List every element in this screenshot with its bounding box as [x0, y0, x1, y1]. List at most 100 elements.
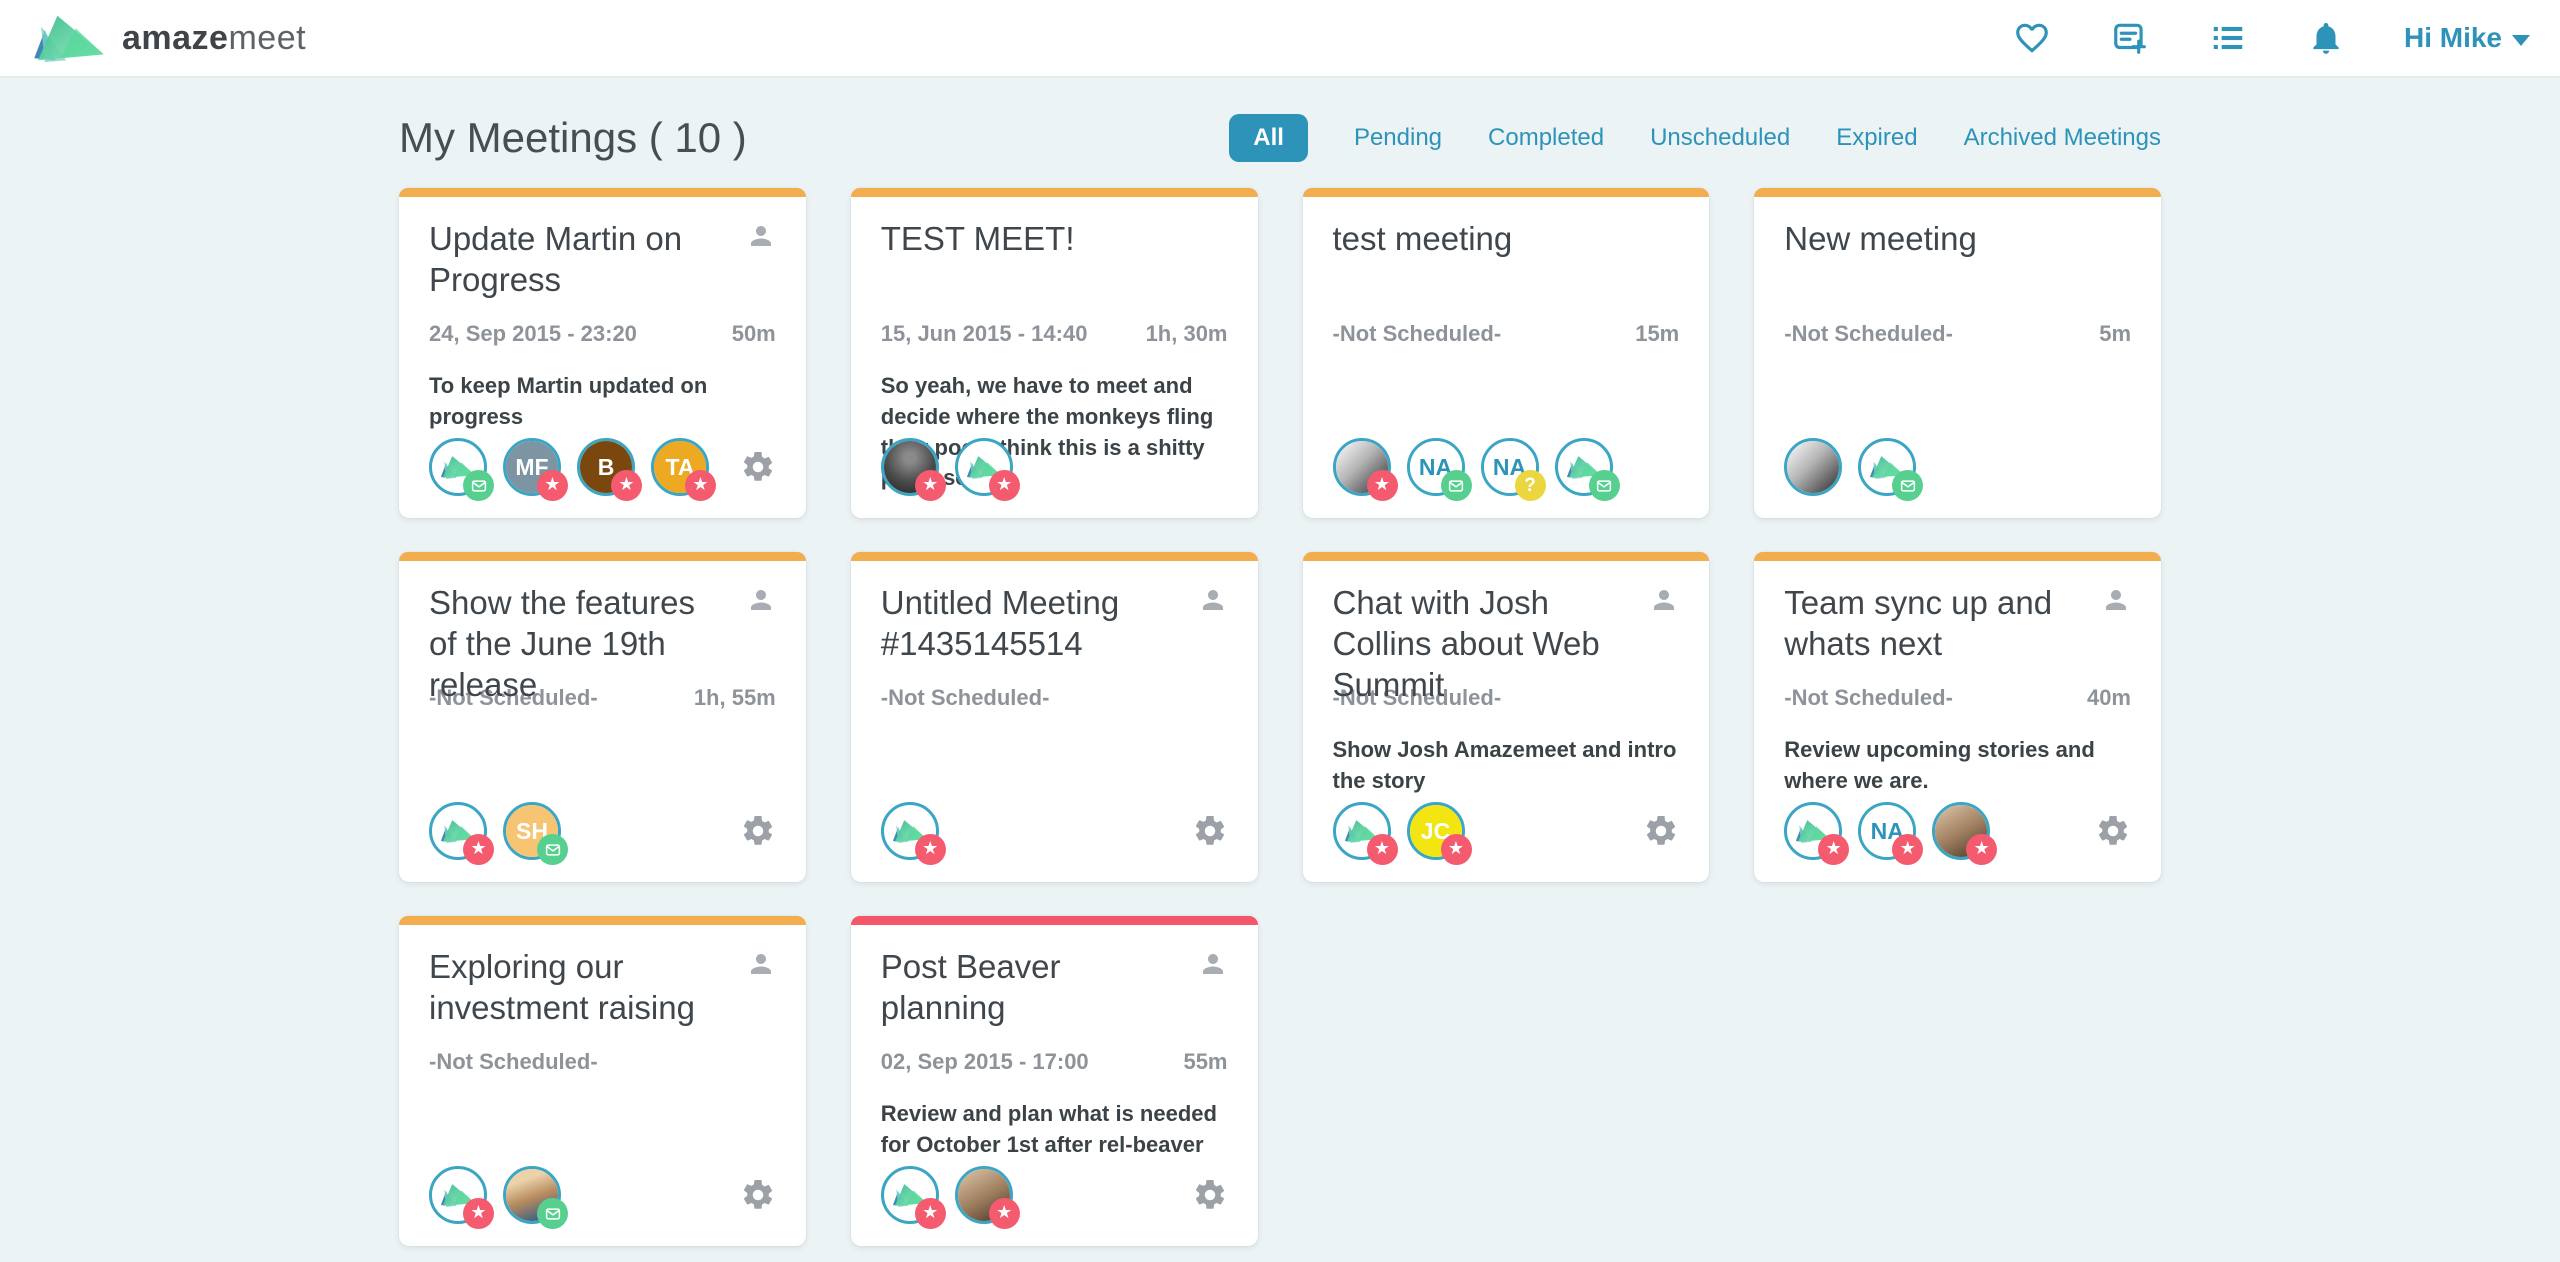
avatar-photo: [1787, 441, 1839, 493]
meetings-list-icon[interactable]: [2208, 18, 2248, 58]
chevron-down-icon: [2512, 35, 2530, 46]
card-accent-bar: [851, 916, 1258, 925]
participant-avatar[interactable]: NA?: [1481, 438, 1539, 496]
meeting-description: To keep Martin updated on progress: [429, 371, 776, 433]
participant-avatar[interactable]: ★: [1932, 802, 1990, 860]
participant-avatar[interactable]: ★: [881, 802, 939, 860]
meeting-card[interactable]: test meeting -Not Scheduled- 15m ★NA NA?: [1303, 188, 1710, 518]
star-badge: ★: [537, 470, 568, 501]
meeting-card[interactable]: Exploring our investment raising -Not Sc…: [399, 916, 806, 1246]
meeting-duration: 15m: [1635, 321, 1679, 347]
settings-gear-icon[interactable]: [1192, 1177, 1228, 1213]
filter-tab-archived-meetings[interactable]: Archived Meetings: [1964, 124, 2161, 152]
participant-avatar[interactable]: ★: [1784, 802, 1842, 860]
meeting-date: -Not Scheduled-: [1784, 685, 1953, 711]
filter-tab-all[interactable]: All: [1229, 114, 1308, 162]
settings-gear-icon[interactable]: [740, 813, 776, 849]
filter-tab-completed[interactable]: Completed: [1488, 124, 1604, 152]
participant-avatar[interactable]: ★: [1333, 438, 1391, 496]
card-accent-bar: [851, 188, 1258, 197]
participant-avatar[interactable]: NA★: [1858, 802, 1916, 860]
participant-avatars: ★ NA NA?: [1333, 438, 1680, 496]
star-badge: ★: [1441, 834, 1472, 865]
participant-avatars: ★ SH: [429, 802, 740, 860]
brand-wordmark: amazemeet: [122, 19, 306, 58]
meeting-title: test meeting: [1333, 219, 1680, 260]
favorites-heart-icon[interactable]: [2012, 18, 2052, 58]
participant-avatar[interactable]: ★: [955, 1166, 1013, 1224]
meeting-card[interactable]: Team sync up and whats next -Not Schedul…: [1754, 552, 2161, 882]
star-badge: ★: [611, 470, 642, 501]
meeting-card[interactable]: Chat with Josh Collins about Web Summit …: [1303, 552, 1710, 882]
amazemeet-logo-mark: [30, 10, 108, 66]
meeting-card[interactable]: Post Beaver planning 02, Sep 2015 - 17:0…: [851, 916, 1258, 1246]
meeting-duration: 1h, 30m: [1146, 321, 1228, 347]
participant-avatar[interactable]: NA: [1407, 438, 1465, 496]
participant-avatar[interactable]: JC★: [1407, 802, 1465, 860]
mail-badge: [537, 834, 568, 865]
card-accent-bar: [1754, 188, 2161, 197]
participant-avatar[interactable]: TA★: [651, 438, 709, 496]
meeting-card[interactable]: Update Martin on Progress 24, Sep 2015 -…: [399, 188, 806, 518]
participant-avatar[interactable]: [1858, 438, 1916, 496]
meeting-date: -Not Scheduled-: [429, 1049, 598, 1075]
participant-avatar[interactable]: ★: [429, 802, 487, 860]
participant-avatar[interactable]: [1555, 438, 1613, 496]
participant-avatar[interactable]: ★: [881, 1166, 939, 1224]
facilitator-person-icon: [1198, 949, 1228, 984]
star-badge: ★: [915, 470, 946, 501]
settings-gear-icon[interactable]: [2095, 813, 2131, 849]
participant-avatar[interactable]: [503, 1166, 561, 1224]
participant-avatar[interactable]: SH: [503, 802, 561, 860]
meeting-card[interactable]: Untitled Meeting #1435145514 -Not Schedu…: [851, 552, 1258, 882]
meeting-title: Exploring our investment raising: [429, 947, 776, 1029]
mail-badge: [463, 470, 494, 501]
participant-avatar[interactable]: ★: [955, 438, 1013, 496]
card-accent-bar: [399, 188, 806, 197]
settings-gear-icon[interactable]: [740, 1177, 776, 1213]
card-accent-bar: [851, 552, 1258, 561]
participant-avatar[interactable]: ★: [1333, 802, 1391, 860]
meeting-card[interactable]: Show the features of the June 19th relea…: [399, 552, 806, 882]
meeting-date: -Not Scheduled-: [881, 685, 1050, 711]
mail-badge: [537, 1198, 568, 1229]
facilitator-person-icon: [746, 585, 776, 620]
meeting-card[interactable]: New meeting -Not Scheduled- 5m: [1754, 188, 2161, 518]
participant-avatars: [1784, 438, 2131, 496]
participant-avatar[interactable]: [1784, 438, 1842, 496]
settings-gear-icon[interactable]: [1643, 813, 1679, 849]
settings-gear-icon[interactable]: [740, 449, 776, 485]
meeting-duration: 40m: [2087, 685, 2131, 711]
settings-gear-icon[interactable]: [1192, 813, 1228, 849]
filter-tab-pending[interactable]: Pending: [1354, 124, 1442, 152]
facilitator-person-icon: [2101, 585, 2131, 620]
meeting-date: 24, Sep 2015 - 23:20: [429, 321, 637, 347]
meeting-duration: 55m: [1183, 1049, 1227, 1075]
participant-avatar[interactable]: B★: [577, 438, 635, 496]
meeting-description: Show Josh Amazemeet and intro the story: [1333, 735, 1680, 797]
user-menu[interactable]: Hi Mike: [2404, 22, 2530, 54]
star-badge: ★: [1818, 834, 1849, 865]
meetings-grid: Update Martin on Progress 24, Sep 2015 -…: [399, 188, 2161, 1246]
new-meeting-icon[interactable]: [2110, 18, 2150, 58]
mail-badge: [1441, 470, 1472, 501]
filter-tab-expired[interactable]: Expired: [1836, 124, 1917, 152]
star-badge: ★: [1966, 834, 1997, 865]
participant-avatar[interactable]: [429, 438, 487, 496]
notifications-bell-icon[interactable]: [2306, 18, 2346, 58]
meeting-description: Review and plan what is needed for Octob…: [881, 1099, 1228, 1161]
envelope-icon: [544, 1205, 562, 1223]
facilitator-person-icon: [1198, 585, 1228, 620]
facilitator-person-icon: [746, 949, 776, 984]
meeting-title: Update Martin on Progress: [429, 219, 776, 301]
meeting-date: 02, Sep 2015 - 17:00: [881, 1049, 1089, 1075]
meeting-card[interactable]: TEST MEET! 15, Jun 2015 - 14:40 1h, 30m …: [851, 188, 1258, 518]
participant-avatar[interactable]: ★: [881, 438, 939, 496]
top-bar: amazemeet Hi Mike: [0, 0, 2560, 78]
filter-tab-unscheduled[interactable]: Unscheduled: [1650, 124, 1790, 152]
star-badge: ★: [1367, 834, 1398, 865]
participant-avatar[interactable]: MF★: [503, 438, 561, 496]
meeting-title: Untitled Meeting #1435145514: [881, 583, 1228, 665]
participant-avatar[interactable]: ★: [429, 1166, 487, 1224]
brand-logo[interactable]: amazemeet: [30, 10, 306, 66]
